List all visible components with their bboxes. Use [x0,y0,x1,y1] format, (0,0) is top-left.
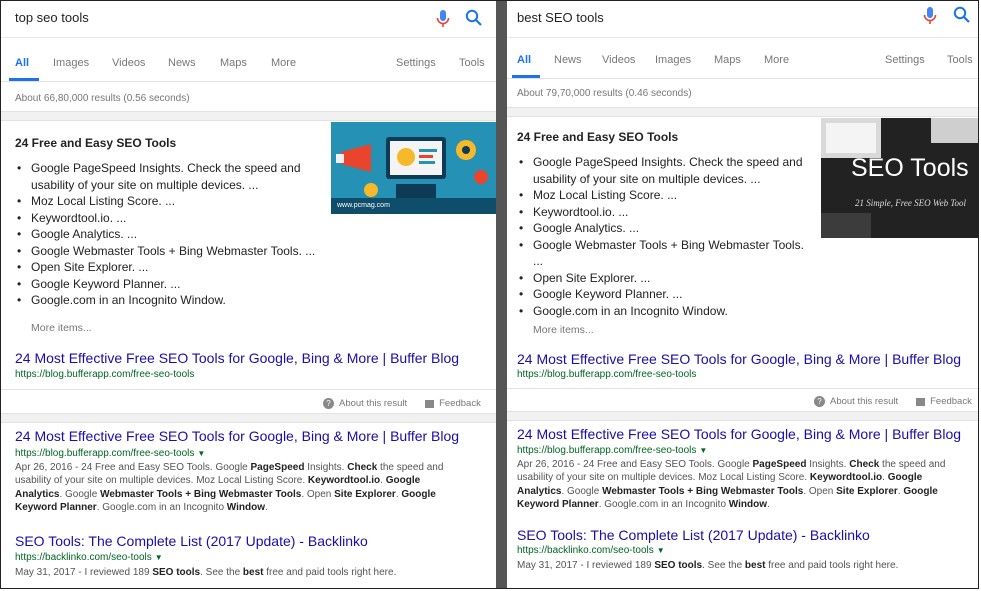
image-subtitle: 21 Simple, Free SEO Web Tool [855,198,966,208]
tab-settings[interactable]: Settings [396,57,436,69]
section-divider [1,111,496,121]
snippet-item: Moz Local Listing Score. ... [15,193,325,210]
flag-icon [916,397,926,406]
snippet-title: 24 Free and Easy SEO Tools [15,136,177,150]
tab-tools[interactable]: Tools [459,57,485,69]
tab-more[interactable]: More [271,57,296,69]
active-tab-indicator [9,78,39,81]
snippet-item: Google Keyword Planner. ... [517,286,817,303]
search-icon[interactable] [952,5,972,25]
snippet-item: Open Site Explorer. ... [15,259,325,276]
snippet-item: Google Keyword Planner. ... [15,276,325,293]
tab-maps[interactable]: Maps [714,54,741,66]
screenshot-frame: top seo tools All Images Videos News Map… [0,0,979,589]
result-stats: About 79,70,000 results (0.46 seconds) [517,88,692,99]
feedback-row: ? About this result Feedback [814,396,972,407]
featured-result-url[interactable]: https://blog.bufferapp.com/free-seo-tool… [517,369,696,380]
snippet-item: Moz Local Listing Score. ... [517,187,817,204]
result-description: May 31, 2017 - I reviewed 189 SEO tools.… [517,560,899,571]
search-bar[interactable]: top seo tools [1,1,496,38]
seo-illustration-icon [331,122,496,214]
snippet-list: Google PageSpeed Insights. Check the spe… [517,154,817,319]
result-url[interactable]: https://backlinko.com/seo-tools ▼ [15,552,163,563]
result-url[interactable]: https://blog.bufferapp.com/free-seo-tool… [517,445,707,456]
about-result-link[interactable]: About this result [339,398,407,409]
right-search-panel: best SEO tools All News Videos Images Ma… [507,1,978,588]
section-divider [1,413,496,423]
result-description: Apr 26, 2016 - 24 Free and Easy SEO Tool… [15,462,444,513]
image-caption: www.pcmag.com [337,202,390,209]
snippet-item: Google.com in an Incognito Window. [517,303,817,320]
snippet-item: Google.com in an Incognito Window. [15,292,325,309]
snippet-item: Open Site Explorer. ... [517,270,817,287]
feedback-row: ? About this result Feedback [323,398,481,409]
result-title[interactable]: 24 Most Effective Free SEO Tools for Goo… [15,428,459,444]
search-query[interactable]: best SEO tools [517,10,604,25]
tab-news[interactable]: News [168,57,196,69]
snippet-item: Google PageSpeed Insights. Check the spe… [517,154,817,187]
feedback-link[interactable]: Feedback [930,396,972,407]
snippet-item: Google Analytics. ... [517,220,817,237]
snippet-item: Google Analytics. ... [15,226,325,243]
tab-news[interactable]: News [554,54,582,66]
snippet-image[interactable]: www.pcmag.com [331,122,496,214]
section-divider [507,411,978,421]
dropdown-caret-icon[interactable]: ▼ [155,553,163,562]
more-items-link[interactable]: More items... [31,322,92,334]
snippet-title: 24 Free and Easy SEO Tools [517,130,679,144]
snippet-item: Google Webmaster Tools + Bing Webmaster … [15,243,325,260]
about-result-link[interactable]: About this result [830,396,898,407]
section-divider [507,107,978,117]
result-title[interactable]: 24 Most Effective Free SEO Tools for Goo… [517,426,961,442]
search-tabs: All News Videos Images Maps More Setting… [507,38,978,79]
result-title[interactable]: SEO Tools: The Complete List (2017 Updat… [517,527,870,543]
featured-result-title[interactable]: 24 Most Effective Free SEO Tools for Goo… [517,351,961,367]
featured-result-url[interactable]: https://blog.bufferapp.com/free-seo-tool… [15,369,194,380]
featured-result-title[interactable]: 24 Most Effective Free SEO Tools for Goo… [15,350,459,366]
more-items-link[interactable]: More items... [533,324,594,336]
left-search-panel: top seo tools All Images Videos News Map… [1,1,496,588]
result-title[interactable]: SEO Tools: The Complete List (2017 Updat… [15,533,368,549]
microphone-icon[interactable] [434,9,452,29]
tab-maps[interactable]: Maps [220,57,247,69]
divider [1,389,496,390]
info-icon: ? [323,398,334,409]
result-url[interactable]: https://blog.bufferapp.com/free-seo-tool… [15,448,205,459]
tab-settings[interactable]: Settings [885,54,925,66]
tab-more[interactable]: More [764,54,789,66]
snippet-item: Google PageSpeed Insights. Check the spe… [15,160,325,193]
microphone-icon[interactable] [921,6,939,26]
tab-images[interactable]: Images [655,54,691,66]
search-bar[interactable]: best SEO tools [507,1,978,38]
tab-videos[interactable]: Videos [112,57,145,69]
snippet-item: Keywordtool.io. ... [517,204,817,221]
snippet-item: Keywordtool.io. ... [15,210,325,227]
tab-images[interactable]: Images [53,57,89,69]
tab-all[interactable]: All [15,57,29,69]
feedback-link[interactable]: Feedback [439,398,481,409]
tab-tools[interactable]: Tools [947,54,973,66]
search-tabs: All Images Videos News Maps More Setting… [1,38,496,82]
dropdown-caret-icon[interactable]: ▼ [197,449,205,458]
tab-videos[interactable]: Videos [602,54,635,66]
info-icon: ? [814,396,825,407]
result-description: May 31, 2017 - I reviewed 189 SEO tools.… [15,567,397,578]
result-url[interactable]: https://backlinko.com/seo-tools ▼ [517,545,665,556]
snippet-list: Google PageSpeed Insights. Check the spe… [15,160,325,309]
snippet-image[interactable]: SEO Tools 21 Simple, Free SEO Web Tool [821,118,978,238]
panel-divider [496,1,507,588]
search-query[interactable]: top seo tools [15,10,89,25]
result-stats: About 66,80,000 results (0.56 seconds) [15,93,190,104]
result-description: Apr 26, 2016 - 24 Free and Easy SEO Tool… [517,459,946,510]
divider [507,388,978,389]
active-tab-indicator [512,75,540,78]
dropdown-caret-icon[interactable]: ▼ [699,446,707,455]
flag-icon [425,399,435,408]
tab-all[interactable]: All [517,54,531,66]
image-title: SEO Tools [851,154,969,182]
dropdown-caret-icon[interactable]: ▼ [657,546,665,555]
snippet-item: Google Webmaster Tools + Bing Webmaster … [517,237,817,270]
search-icon[interactable] [464,8,484,28]
